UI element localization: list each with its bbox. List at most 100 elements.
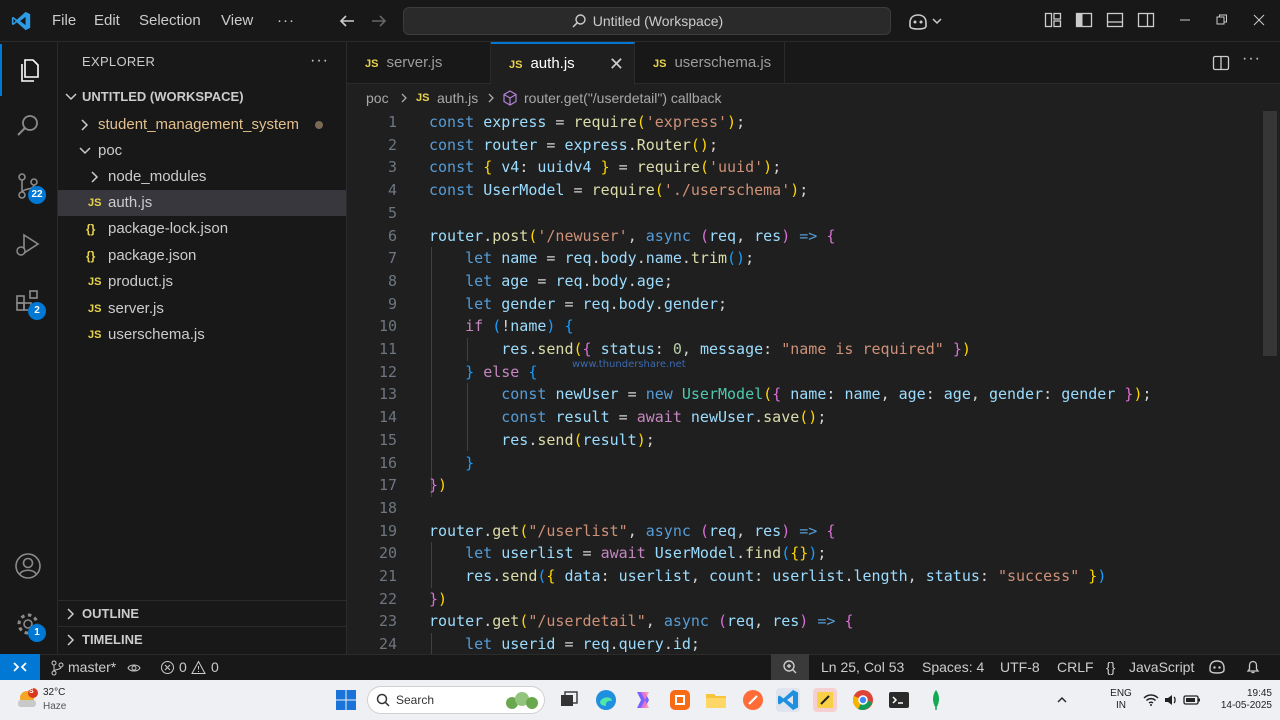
- customize-layout-icon[interactable]: [1044, 11, 1062, 29]
- mongodb-icon[interactable]: [924, 688, 948, 712]
- breadcrumb-file[interactable]: auth.js: [437, 85, 478, 111]
- toggle-primary-sidebar-icon[interactable]: [1075, 11, 1093, 29]
- postman-like-app-icon[interactable]: [668, 688, 692, 712]
- json-file-icon: {}: [86, 249, 96, 263]
- menu-edit[interactable]: Edit: [94, 0, 120, 42]
- error-count[interactable]: 0: [179, 655, 187, 679]
- chevron-right-icon: [88, 164, 102, 190]
- close-window-icon[interactable]: [1252, 11, 1266, 29]
- code-text: const express = require('express');: [429, 113, 746, 131]
- menu-file[interactable]: File: [52, 0, 76, 42]
- app-orange-icon[interactable]: [741, 688, 765, 712]
- split-editor-icon[interactable]: [1212, 54, 1230, 72]
- command-center-search[interactable]: Untitled (Workspace): [403, 7, 891, 35]
- accounts-activity-icon[interactable]: [0, 540, 58, 592]
- restore-icon[interactable]: [1215, 11, 1229, 29]
- tree-item-node-modules[interactable]: node_modules: [58, 164, 346, 190]
- explorer-activity-icon[interactable]: [0, 44, 58, 96]
- tree-item-userschema-js[interactable]: JS userschema.js: [58, 322, 346, 348]
- tab-server-js[interactable]: JS server.js: [347, 42, 491, 84]
- menu-selection[interactable]: Selection: [139, 0, 201, 42]
- edge-browser-icon[interactable]: [594, 688, 618, 712]
- zoom-indicator[interactable]: [771, 654, 809, 680]
- scrollbar-thumb[interactable]: [1263, 111, 1277, 356]
- file-explorer-icon[interactable]: [704, 688, 728, 712]
- line-ending[interactable]: CRLF: [1057, 655, 1094, 679]
- taskbar-search[interactable]: Search: [367, 686, 545, 714]
- tree-item-package-json[interactable]: {} package.json: [58, 243, 346, 269]
- settings-badge: 1: [28, 624, 46, 642]
- battery-icon[interactable]: [1183, 692, 1201, 708]
- tree-item-auth-js[interactable]: JS auth.js: [58, 190, 346, 216]
- language-mode[interactable]: JavaScript: [1129, 655, 1194, 679]
- sticky-notes-icon[interactable]: [813, 688, 837, 712]
- cursor-position[interactable]: Ln 25, Col 53: [821, 655, 904, 679]
- editor-more-actions[interactable]: ···: [1242, 50, 1261, 68]
- breadcrumb-folder[interactable]: poc: [366, 85, 389, 111]
- manage-settings-icon[interactable]: 1: [0, 598, 58, 650]
- warning-count[interactable]: 0: [211, 655, 219, 679]
- js-file-icon: JS: [88, 276, 102, 288]
- weather-badge: S: [29, 688, 34, 695]
- copilot-app-icon[interactable]: [631, 688, 655, 712]
- workspace-header[interactable]: UNTITLED (WORKSPACE): [58, 84, 346, 110]
- tree-item-poc[interactable]: poc: [58, 138, 346, 164]
- weather-temp: 32°C: [43, 687, 66, 698]
- source-control-activity-icon[interactable]: 22: [0, 160, 58, 212]
- tree-item-package-lock-json[interactable]: {} package-lock.json: [58, 216, 346, 242]
- chevron-up-icon[interactable]: [1056, 692, 1068, 708]
- indentation[interactable]: Spaces: 4: [922, 655, 984, 679]
- clock[interactable]: 19:45 14-05-2025: [1208, 688, 1272, 712]
- remote-indicator[interactable]: [0, 654, 40, 680]
- line-number: 2: [387, 135, 397, 154]
- extensions-badge: 2: [28, 302, 46, 320]
- clock-time: 19:45: [1246, 688, 1272, 699]
- tree-item-product-js[interactable]: JS product.js: [58, 269, 346, 295]
- forward-arrow-icon[interactable]: [369, 11, 389, 31]
- explorer-sidebar: EXPLORER ··· UNTITLED (WORKSPACE) studen…: [58, 42, 347, 654]
- minimize-icon[interactable]: [1178, 11, 1192, 29]
- tab-label: userschema.js: [674, 54, 772, 71]
- wifi-icon[interactable]: [1143, 692, 1159, 708]
- chrome-browser-icon[interactable]: [851, 688, 875, 712]
- warning-icon: [191, 660, 206, 675]
- extensions-activity-icon[interactable]: 2: [0, 276, 58, 328]
- close-tab-icon[interactable]: ✕: [609, 44, 624, 84]
- search-icon: [376, 693, 390, 707]
- terminal-icon[interactable]: [887, 688, 911, 712]
- search-highlight-icon: [504, 689, 540, 711]
- copilot-icon[interactable]: [906, 11, 942, 31]
- search-activity-icon[interactable]: [0, 100, 58, 152]
- back-arrow-icon[interactable]: [337, 11, 357, 31]
- task-view-icon[interactable]: [557, 688, 581, 712]
- run-debug-activity-icon[interactable]: [0, 218, 58, 270]
- language-indicator[interactable]: ENG IN: [1108, 688, 1134, 712]
- menu-more[interactable]: ···: [277, 0, 295, 42]
- line-number: 6: [387, 226, 397, 245]
- line-number: 19: [378, 521, 397, 540]
- notifications-bell-icon[interactable]: [1245, 659, 1261, 675]
- sync-icon[interactable]: [126, 660, 142, 676]
- copilot-status-icon[interactable]: [1208, 659, 1226, 675]
- menu-view[interactable]: View: [221, 0, 253, 42]
- weather-icon[interactable]: [16, 686, 40, 712]
- encoding[interactable]: UTF-8: [1000, 655, 1040, 679]
- vscode-taskbar-icon[interactable]: [776, 688, 800, 712]
- volume-icon[interactable]: [1163, 692, 1179, 708]
- toggle-secondary-sidebar-icon[interactable]: [1137, 11, 1155, 29]
- windows-start-icon[interactable]: [334, 688, 358, 712]
- timeline-section[interactable]: TIMELINE: [58, 626, 346, 652]
- tree-item-student-management-system[interactable]: student_management_system: [58, 112, 346, 138]
- tree-item-server-js[interactable]: JS server.js: [58, 296, 346, 322]
- tab-userschema-js[interactable]: JS userschema.js: [635, 42, 785, 84]
- editor-scrollbar[interactable]: [1263, 111, 1277, 654]
- line-number: 16: [378, 453, 397, 472]
- breadcrumb-symbol[interactable]: router.get("/userdetail") callback: [524, 85, 721, 111]
- git-branch[interactable]: master*: [68, 655, 116, 679]
- tab-auth-js[interactable]: JS auth.js ✕: [491, 42, 635, 85]
- code-editor[interactable]: 1 const express = require('express'); 2 con…: [347, 111, 1280, 654]
- outline-section[interactable]: OUTLINE: [58, 600, 346, 626]
- code-text: } else {: [465, 362, 538, 381]
- toggle-panel-icon[interactable]: [1106, 11, 1124, 29]
- explorer-more-actions[interactable]: ···: [310, 52, 329, 70]
